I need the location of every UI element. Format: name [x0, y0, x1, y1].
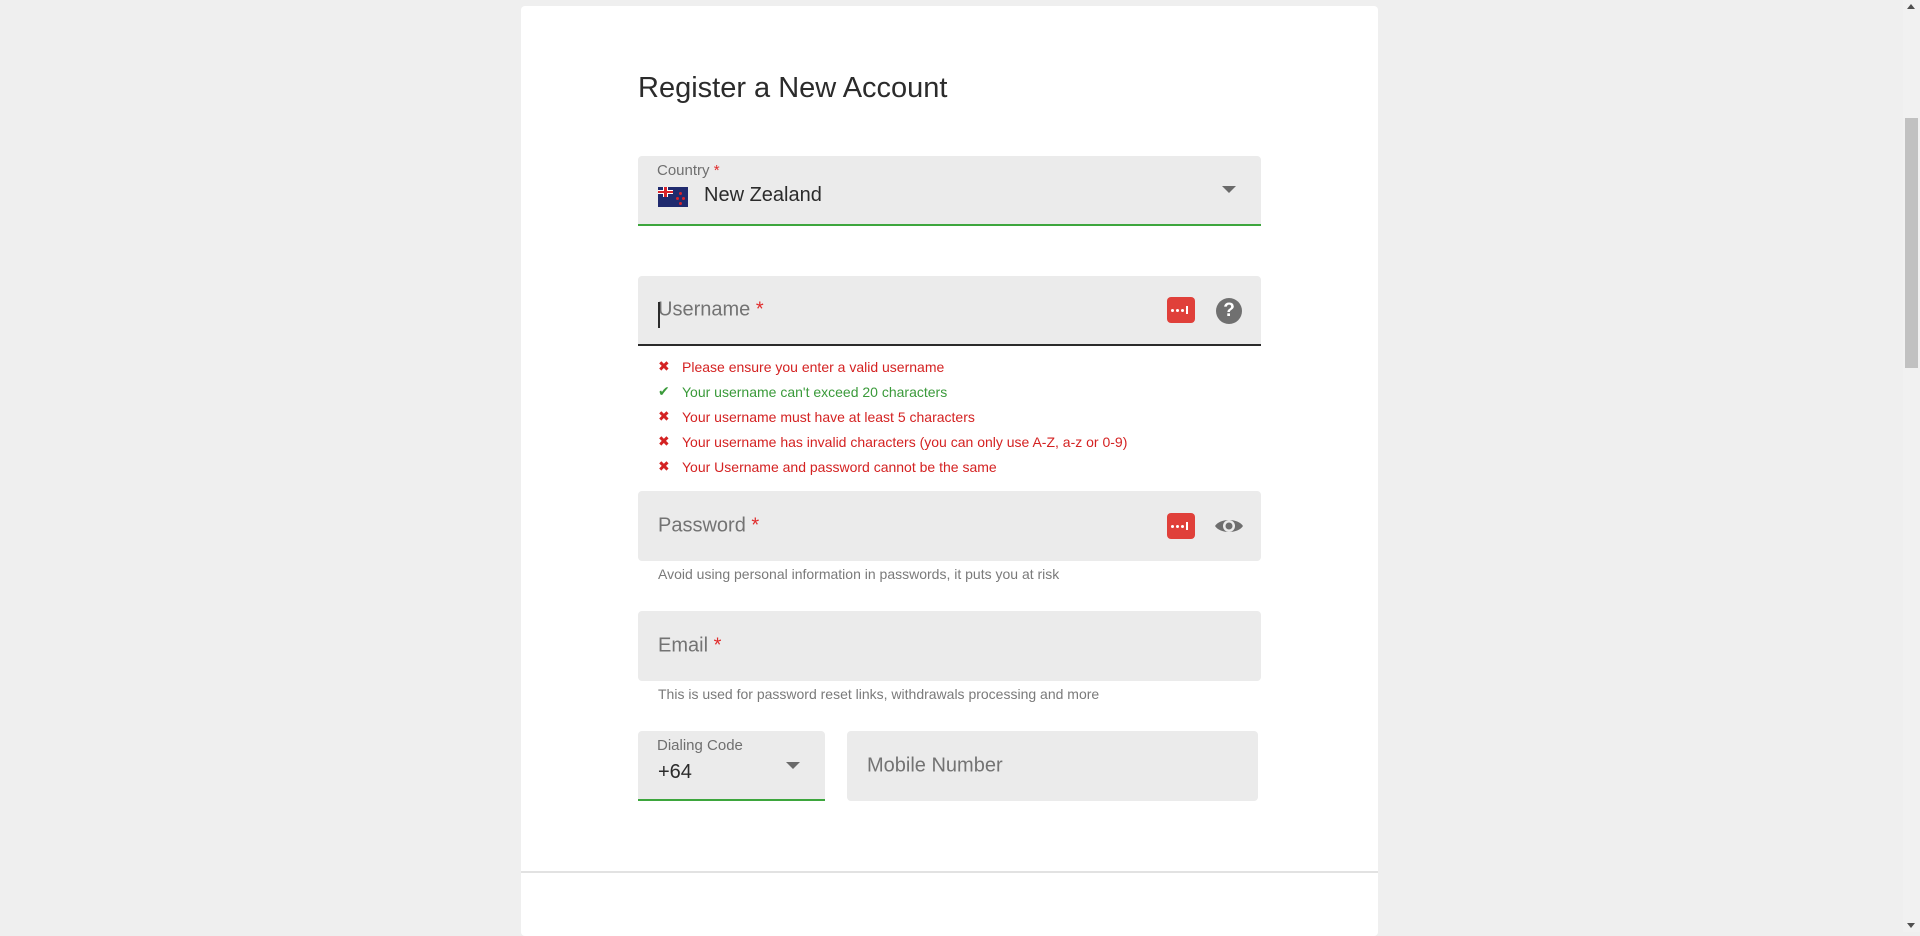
- username-input[interactable]: Username * ?: [638, 276, 1261, 346]
- email-input[interactable]: Email *: [638, 611, 1261, 681]
- mobile-number-label: Mobile Number: [867, 754, 1003, 777]
- email-hint: This is used for password reset links, w…: [658, 686, 1100, 702]
- password-manager-icon[interactable]: [1167, 513, 1195, 539]
- eye-icon[interactable]: [1214, 515, 1244, 537]
- text-cursor: [658, 302, 660, 328]
- scrollbar-thumb[interactable]: [1905, 118, 1918, 368]
- password-input[interactable]: Password *: [638, 491, 1261, 561]
- mobile-number-input[interactable]: Mobile Number: [847, 731, 1258, 801]
- dialing-code-select[interactable]: Dialing Code +64: [638, 731, 825, 801]
- scroll-down-icon[interactable]: [1907, 923, 1915, 928]
- country-label: Country *: [657, 162, 720, 179]
- country-select[interactable]: Country * New Zealand: [638, 156, 1261, 226]
- scroll-up-icon[interactable]: [1907, 4, 1915, 9]
- username-rules: ✖ Please ensure you enter a valid usernam…: [658, 354, 1127, 479]
- password-manager-icon[interactable]: [1167, 297, 1195, 323]
- page-title: Register a New Account: [638, 72, 948, 104]
- rule-valid-characters: ✖ Your username has invalid characters (y…: [658, 433, 1128, 450]
- rule-min-length: ✖ Your username must have at least 5 char…: [658, 408, 975, 425]
- card-divider: [521, 871, 1378, 873]
- password-hint: Avoid using personal information in pass…: [658, 566, 1060, 582]
- chevron-down-icon: [1222, 186, 1236, 193]
- new-zealand-flag-icon: [658, 187, 688, 207]
- rule-not-same-as-password: ✖ Your Username and password cannot be th…: [658, 458, 997, 475]
- country-value: New Zealand: [704, 184, 822, 206]
- password-label: Password *: [658, 514, 760, 537]
- username-label: Username *: [658, 298, 764, 321]
- rule-valid-username: ✖ Please ensure you enter a valid usernam…: [658, 358, 945, 375]
- chevron-down-icon: [786, 762, 800, 769]
- dialing-code-label: Dialing Code: [657, 737, 743, 754]
- help-icon[interactable]: ?: [1216, 298, 1242, 324]
- email-label: Email *: [658, 634, 722, 657]
- page-scrollbar[interactable]: [1903, 0, 1920, 932]
- dialing-code-value: +64: [658, 761, 692, 783]
- rule-max-length: ✔ Your username can't exceed 20 character…: [658, 383, 948, 400]
